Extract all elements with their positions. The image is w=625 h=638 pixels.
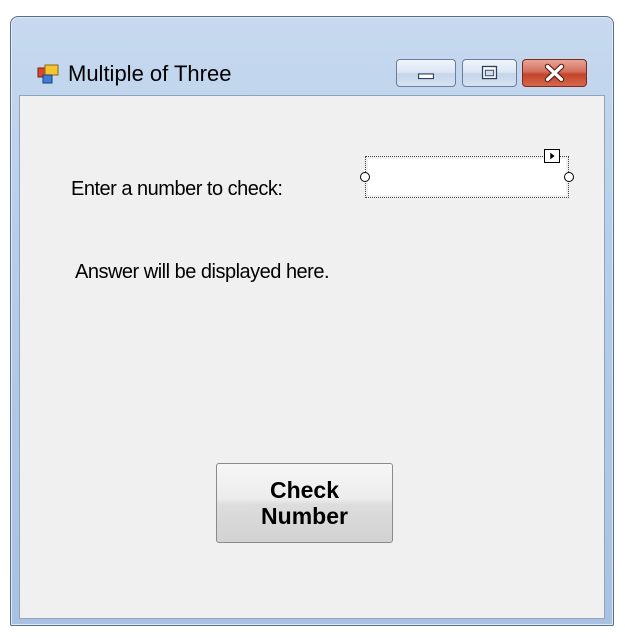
prompt-label: Enter a number to check:	[71, 178, 283, 200]
smart-tag-arrow-icon[interactable]	[544, 149, 560, 163]
maximize-icon	[481, 65, 498, 80]
minimize-icon	[418, 73, 434, 80]
number-input[interactable]	[368, 159, 566, 195]
form-app-icon[interactable]	[37, 64, 59, 84]
maximize-button[interactable]	[462, 59, 517, 87]
window-title: Multiple of Three	[68, 61, 232, 86]
number-input-selection	[360, 149, 574, 198]
resize-handle-left[interactable]	[360, 172, 370, 182]
answer-label: Answer will be displayed here.	[75, 261, 330, 283]
form-client-area: Enter a number to check: Answer will be …	[19, 95, 605, 619]
close-icon	[544, 63, 565, 83]
resize-handle-right[interactable]	[564, 172, 574, 182]
check-number-button[interactable]: Check Number	[216, 463, 393, 543]
form-window: Multiple of Three Enter a number to chec…	[10, 16, 614, 626]
title-bar[interactable]: Multiple of Three	[11, 17, 613, 95]
close-button[interactable]	[522, 59, 587, 87]
minimize-button[interactable]	[396, 59, 456, 87]
